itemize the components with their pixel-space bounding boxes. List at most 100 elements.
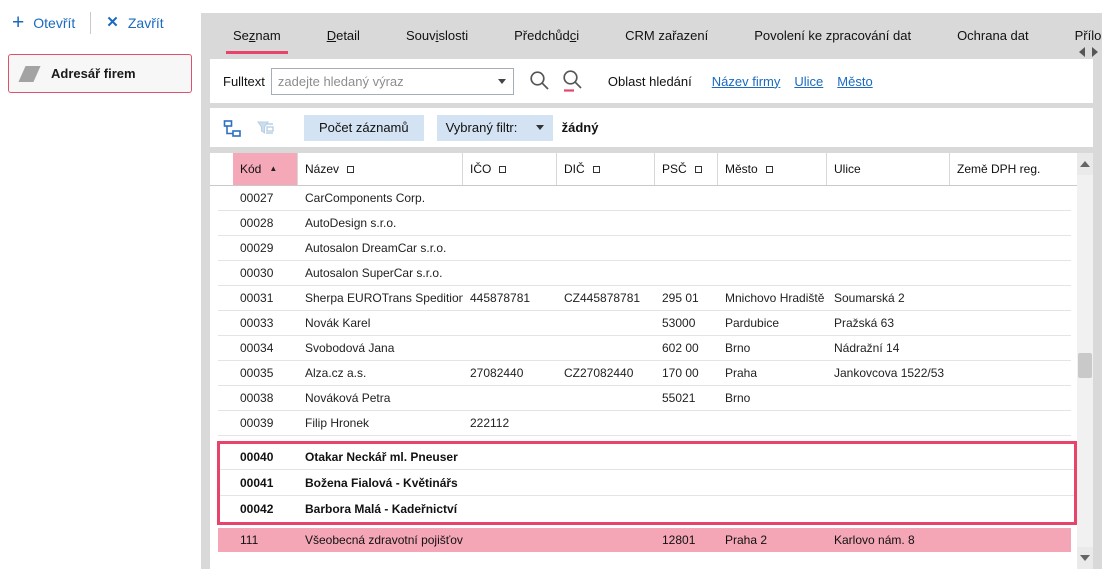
cell-nazev: Filip Hronek — [298, 416, 463, 430]
cell-nazev: CarComponents Corp. — [298, 191, 463, 205]
cell-kod: 00027 — [233, 191, 298, 205]
search-icon — [528, 69, 551, 93]
cell-kod: 00031 — [233, 291, 298, 305]
cell-nazev: Svobodová Jana — [298, 341, 463, 355]
cell-ulice: Karlovo nám. 8 — [827, 533, 950, 547]
cell-mesto: Brno — [718, 341, 827, 355]
column-filter-icon[interactable] — [766, 166, 773, 173]
cell-nazev: Barbora Malá - Kadeřnictví — [298, 502, 463, 516]
table-row[interactable]: 00042Barbora Malá - Kadeřnictví — [220, 496, 1074, 522]
table-row-selected[interactable]: 111Všeobecná zdravotní pojišťovna12801Pr… — [218, 528, 1071, 552]
search-underline-icon — [561, 69, 584, 93]
cell-ico: 27082440 — [463, 366, 557, 380]
table-row[interactable]: 00029Autosalon DreamCar s.r.o. — [218, 236, 1071, 261]
tab-scroll-controls — [1079, 47, 1098, 57]
sidebar-item-label: Adresář firem — [51, 66, 136, 81]
column-filter-icon[interactable] — [695, 166, 702, 173]
table-row[interactable]: 00031Sherpa EUROTrans Spedition445878781… — [218, 286, 1071, 311]
cell-ico: 445878781 — [463, 291, 557, 305]
cell-dic: CZ445878781 — [557, 291, 655, 305]
scope-link-ulice[interactable]: Ulice — [794, 74, 823, 89]
scroll-down-button[interactable] — [1077, 547, 1093, 569]
cell-psc: 12801 — [655, 533, 718, 547]
column-filter-icon[interactable] — [499, 166, 506, 173]
tab-povoleni-ke-zpracovani-dat[interactable]: Povolení ke zpracování dat — [731, 13, 934, 58]
cell-nazev: AutoDesign s.r.o. — [298, 216, 463, 230]
tab-detail[interactable]: Detail — [304, 13, 383, 58]
table-row[interactable]: 00027CarComponents Corp. — [218, 186, 1071, 211]
cell-nazev: Nováková Petra — [298, 391, 463, 405]
cell-ulice: Soumarská 2 — [827, 291, 950, 305]
close-icon: ✕ — [106, 15, 119, 31]
tree-view-button[interactable] — [222, 118, 242, 138]
table-row[interactable]: 00033Novák Karel53000PardubicePražská 63 — [218, 311, 1071, 336]
vertical-scrollbar[interactable] — [1077, 153, 1093, 569]
cell-nazev: Autosalon DreamCar s.r.o. — [298, 241, 463, 255]
cell-kod: 111 — [233, 533, 298, 547]
column-header-6[interactable]: Ulice — [827, 153, 950, 185]
table-row[interactable]: 00030Autosalon SuperCar s.r.o. — [218, 261, 1071, 286]
selected-filter-dropdown[interactable]: Vybraný filtr: — [437, 115, 553, 141]
close-button[interactable]: ✕ Zavřít — [106, 15, 163, 31]
list-toolbar: Počet záznamů Vybraný filtr: žádný — [210, 108, 1093, 147]
column-label: Město — [725, 162, 758, 176]
column-header-5[interactable]: Město — [718, 153, 827, 185]
search-button[interactable] — [528, 69, 551, 93]
tab-souvislosti[interactable]: Souvislosti — [383, 13, 491, 58]
tab-seznam[interactable]: Seznam — [210, 13, 304, 58]
cell-mesto: Mnichovo Hradiště — [718, 291, 827, 305]
table-row[interactable]: 00039Filip Hronek222112 — [218, 411, 1071, 436]
column-header-1[interactable]: Název — [298, 153, 463, 185]
search-in-results-button[interactable] — [561, 69, 584, 93]
tab-ochrana-dat[interactable]: Ochrana dat — [934, 13, 1052, 58]
cell-nazev: Autosalon SuperCar s.r.o. — [298, 266, 463, 280]
scope-link-mesto[interactable]: Město — [837, 74, 872, 89]
sort-ascending-icon: ▲ — [269, 165, 277, 173]
column-header-4[interactable]: PSČ — [655, 153, 718, 185]
table-row[interactable]: 00035Alza.cz a.s.27082440CZ27082440170 0… — [218, 361, 1071, 386]
cell-kod: 00041 — [233, 476, 298, 490]
table-row[interactable]: 00038Nováková Petra55021Brno — [218, 386, 1071, 411]
cell-mesto: Brno — [718, 391, 827, 405]
table-row[interactable]: 00040Otakar Neckář ml. Pneuser — [220, 444, 1074, 470]
cell-dic: CZ27082440 — [557, 366, 655, 380]
cell-kod: 00035 — [233, 366, 298, 380]
scope-link-nazev-firmy[interactable]: Název firmy — [712, 74, 781, 89]
column-header-7[interactable]: Země DPH reg. — [950, 153, 1077, 185]
open-button[interactable]: + Otevřít — [12, 14, 75, 32]
column-label: Název — [305, 162, 339, 176]
window-action-bar: + Otevřít ✕ Zavřít — [12, 12, 164, 34]
table-row[interactable]: 00041Božena Fialová - Květinářs — [220, 470, 1074, 496]
cell-nazev: Všeobecná zdravotní pojišťovna — [298, 533, 463, 547]
column-filter-icon[interactable] — [593, 166, 600, 173]
tree-filter-button-disabled[interactable] — [255, 118, 275, 138]
cell-ulice: Jankovcova 1522/53 — [827, 366, 950, 380]
selected-filter-label: Vybraný filtr: — [446, 120, 518, 135]
column-filter-icon[interactable] — [347, 166, 354, 173]
table-row[interactable]: 00028AutoDesign s.r.o. — [218, 211, 1071, 236]
cell-kod: 00033 — [233, 316, 298, 330]
table-row[interactable]: 00034Svobodová Jana602 00BrnoNádražní 14 — [218, 336, 1071, 361]
cell-kod: 00028 — [233, 216, 298, 230]
fulltext-combobox[interactable] — [271, 68, 514, 95]
column-header-3[interactable]: DIČ — [557, 153, 655, 185]
record-count-button[interactable]: Počet záznamů — [304, 115, 424, 141]
scrollbar-thumb[interactable] — [1078, 353, 1092, 378]
cell-psc: 602 00 — [655, 341, 718, 355]
column-header-2[interactable]: IČO — [463, 153, 557, 185]
tab-scroll-left-icon[interactable] — [1079, 47, 1085, 57]
arrow-up-icon — [1080, 161, 1090, 167]
cell-nazev: Alza.cz a.s. — [298, 366, 463, 380]
sidebar-item-adresar-firem[interactable]: Adresář firem — [8, 54, 192, 93]
cell-kod: 00038 — [233, 391, 298, 405]
companies-table: Kód▲ Název IČODIČPSČ Město UliceZemě DPH reg… — [210, 153, 1093, 569]
tab-crm-zarazeni[interactable]: CRM zařazení — [602, 13, 731, 58]
scroll-up-button[interactable] — [1077, 153, 1093, 175]
column-header-0[interactable]: Kód▲ — [233, 153, 298, 185]
fulltext-input[interactable] — [271, 68, 514, 95]
cell-kod: 00039 — [233, 416, 298, 430]
tab-scroll-right-icon[interactable] — [1092, 47, 1098, 57]
cell-mesto: Praha — [718, 366, 827, 380]
tab-predchudci[interactable]: Předchůdci — [491, 13, 602, 58]
app-window: + Otevřít ✕ Zavřít Adresář firem Seznam … — [0, 0, 1102, 569]
